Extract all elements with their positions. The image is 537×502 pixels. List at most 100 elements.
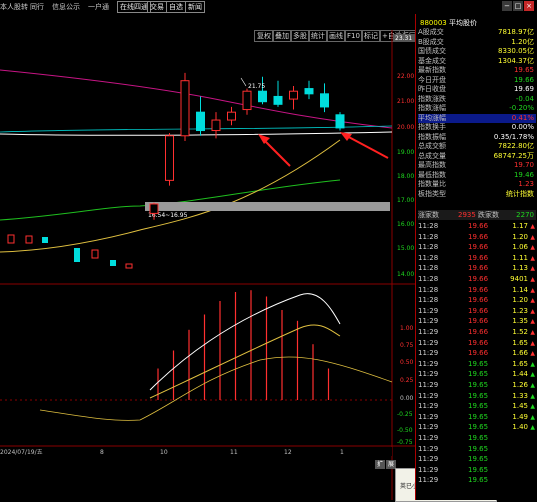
tick-price: 19.66 [468, 306, 489, 315]
quote-row-value: 19.69 [513, 85, 534, 93]
tick-time: 11:28 [418, 232, 439, 241]
svg-text:14.00: 14.00 [397, 271, 414, 278]
svg-text:1.00: 1.00 [400, 325, 414, 332]
tick-arrow-icon: ▲ [530, 413, 535, 421]
candle-body [273, 95, 283, 105]
tick-row: 11:28 19.66 1.11 ▲ [418, 254, 536, 263]
tick-time: 11:28 [418, 222, 439, 230]
tick-row: 11:28 19.66 1.06 ▲ [418, 243, 536, 252]
quote-row-label: 平均涨幅 [418, 113, 446, 122]
quote-row-label: 板指类型 [418, 189, 446, 198]
tick-row: 11:29 19.65 [418, 476, 536, 485]
quote-row-label: 总成交额 [418, 142, 446, 150]
tick-arrow-icon: ▲ [530, 276, 535, 283]
tick-arrow-icon: ▲ [530, 392, 535, 400]
tick-arrow-icon: ▲ [530, 339, 535, 347]
quote-row-label: 指数振幅 [418, 132, 446, 141]
quote-row-label: 最新指数 [418, 66, 446, 74]
quote-row-value: 1.23 [518, 180, 534, 188]
tick-arrow-icon: ▲ [530, 403, 535, 411]
menu-item-stock-transfer[interactable]: 本人股转 [0, 2, 28, 12]
macd-histogram [157, 290, 330, 400]
watchlist-button[interactable]: 自选 [166, 1, 186, 13]
tick-price: 19.66 [468, 328, 489, 336]
tick-time: 11:29 [418, 306, 439, 315]
news-button[interactable]: 新闻 [185, 1, 205, 13]
online-button[interactable]: 在线四通 [117, 1, 151, 13]
tick-row: 11:29 19.65 [418, 466, 536, 475]
candle-body [258, 90, 267, 103]
tick-row: 11:28 19.66 1.20 ▲ [418, 233, 536, 242]
kline-chart[interactable]: 16.54~16.95 21.75 23.31 22.00 21.00 20.0… [0, 30, 415, 500]
tick-price: 19.65 [468, 412, 489, 421]
quote-row: 最新指数 19.65 [418, 66, 536, 75]
red-arrow-2 [344, 134, 389, 159]
menu-item-disclosure[interactable]: 信息公示 [52, 2, 80, 12]
tick-price: 19.66 [468, 264, 489, 273]
quote-row-value: -0.04 [515, 94, 534, 103]
maximize-icon[interactable]: □ [513, 1, 523, 11]
tick-row: 11:29 19.65 1.49 ▲ [418, 413, 536, 422]
tick-row: 11:29 19.65 1.44 ▲ [418, 370, 536, 379]
tick-time: 11:29 [418, 391, 439, 400]
candle-body [335, 114, 345, 129]
tick-volume: 1.11 [512, 253, 528, 262]
tick-row: 11:29 19.65 1.45 ▲ [418, 402, 536, 411]
early-candles [7, 234, 133, 269]
tick-time: 11:29 [418, 359, 439, 368]
quote-row: 板指类型 统计指数 [418, 190, 536, 199]
tick-price: 19.66 [468, 349, 489, 358]
quote-row: 基金成交 1304.37亿 [418, 57, 536, 66]
minimize-icon[interactable]: − [502, 1, 512, 11]
tick-price: 19.66 [468, 275, 489, 283]
trade-button[interactable]: 交易 [147, 1, 167, 13]
tick-volume: 1.35 [512, 317, 528, 326]
svg-text:21.00: 21.00 [397, 98, 414, 105]
expand-tab-1[interactable]: 扩 [375, 460, 385, 469]
quote-panel: 880003 平均股价 A股成交 7818.97亿 B股成交 1.20亿 国债成交 833… [415, 14, 537, 500]
high-marker-label: 21.75 [248, 83, 265, 90]
tick-time: 11:29 [418, 476, 439, 485]
red-arrow-1 [261, 137, 291, 167]
svg-text:0.50: 0.50 [400, 359, 414, 366]
dea-line [149, 324, 341, 399]
price-axis: 23.31 22.00 21.00 20.00 19.00 18.00 17.0… [393, 34, 415, 278]
tick-time: 11:29 [418, 381, 439, 389]
tick-volume: 1.49 [512, 412, 528, 421]
svg-text:0.75: 0.75 [400, 342, 414, 349]
tick-price: 19.66 [468, 285, 489, 294]
tick-arrow-icon: ▲ [530, 360, 535, 368]
tick-arrow-icon: ▲ [530, 382, 535, 389]
tick-time: 11:29 [418, 412, 439, 421]
candle-body [227, 111, 236, 121]
svg-text:23.31: 23.31 [395, 35, 412, 42]
quote-row-value: 0.35/1.78% [493, 132, 534, 141]
svg-text:22.00: 22.00 [397, 73, 414, 80]
tick-row: 11:29 19.66 1.23 ▲ [418, 307, 536, 316]
svg-text:19.00: 19.00 [397, 149, 414, 156]
quote-row-value: 统计指数 [506, 189, 534, 198]
tick-arrow-icon: ▲ [530, 329, 535, 336]
quote-row-value: 7818.97亿 [498, 28, 534, 36]
chart-toolbar: 复权 叠加 多股 统计 画线 F10 标记 +自选 返回 [0, 14, 419, 42]
candle-body [242, 90, 252, 111]
quote-row: 指数振幅 0.35/1.78% [418, 133, 536, 142]
tick-price: 19.66 [468, 296, 489, 305]
tick-arrow-icon: ▲ [530, 233, 535, 241]
candle-series [149, 72, 345, 220]
quote-row-value: 8330.05亿 [498, 47, 534, 55]
close-icon[interactable]: × [524, 1, 534, 11]
tick-arrow-icon: ▲ [530, 254, 535, 262]
tick-volume: 1.14 [512, 285, 528, 294]
tick-volume: 1.40 [512, 423, 528, 432]
quote-row-label: 基金成交 [418, 56, 446, 65]
quote-row: 总成交额 7822.80亿 [418, 142, 536, 151]
menu-item-peers[interactable]: 同行 [30, 2, 44, 12]
tick-time: 11:28 [418, 253, 439, 262]
quote-row: 指数涨跌 -0.04 [418, 95, 536, 104]
menu-item-account[interactable]: 一户通 [88, 2, 109, 12]
tick-volume: 1.65 [512, 359, 528, 368]
svg-text:-0.75: -0.75 [397, 439, 413, 446]
highlight-band [145, 202, 390, 211]
quote-row: A股成交 7818.97亿 [418, 28, 536, 37]
